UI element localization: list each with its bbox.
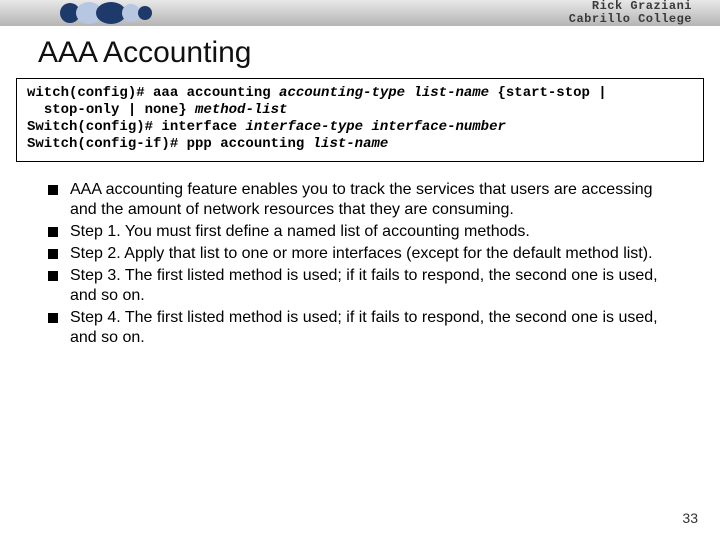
code-text: witch(config)# aaa accounting	[27, 85, 279, 101]
code-text: Switch(config)# interface	[27, 119, 245, 135]
list-item: AAA accounting feature enables you to tr…	[48, 180, 680, 220]
code-text: Switch(config-if)# ppp accounting	[27, 136, 313, 152]
author-college: Cabrillo College	[569, 13, 692, 26]
page-title: AAA Accounting	[38, 36, 720, 70]
header-band: Rick Graziani Cabrillo College	[0, 0, 720, 26]
bullet-content: AAA accounting feature enables you to tr…	[48, 180, 680, 348]
code-arg: list-name	[313, 136, 389, 152]
command-syntax-box: witch(config)# aaa accounting accounting…	[16, 78, 704, 162]
header-graphic	[60, 0, 152, 26]
code-text: stop-only | none}	[27, 102, 195, 118]
list-item: Step 4. The first listed method is used;…	[48, 308, 680, 348]
bullet-list: AAA accounting feature enables you to tr…	[48, 180, 680, 348]
list-item: Step 3. The first listed method is used;…	[48, 266, 680, 306]
code-arg: interface-type interface-number	[245, 119, 505, 135]
header-author: Rick Graziani Cabrillo College	[569, 0, 692, 26]
blob-icon	[138, 6, 152, 20]
code-arg: accounting-type list-name	[279, 85, 489, 101]
list-item: Step 2. Apply that list to one or more i…	[48, 244, 680, 264]
code-arg: method-list	[195, 102, 287, 118]
list-item: Step 1. You must first define a named li…	[48, 222, 680, 242]
page-number: 33	[682, 510, 698, 526]
code-text: {start-stop |	[489, 85, 607, 101]
